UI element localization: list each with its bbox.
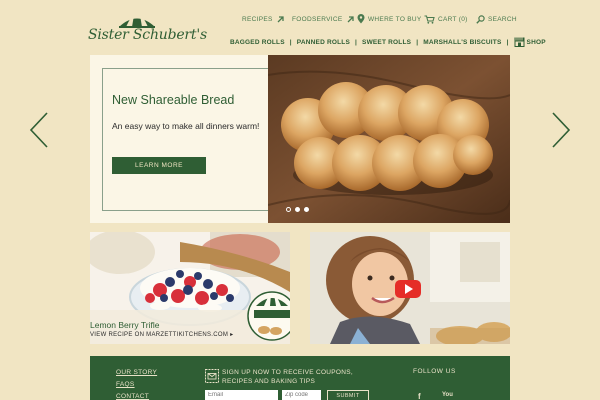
carousel-prev-arrow-icon[interactable] <box>29 112 49 148</box>
footer-link-faqs[interactable]: FAQS <box>116 381 135 388</box>
external-arrow-icon <box>347 15 354 22</box>
nav-marshalls-biscuits[interactable]: MARSHALL'S BISCUITS <box>423 39 501 46</box>
nav-shop-label: SHOP <box>526 38 546 46</box>
search-icon <box>476 14 485 24</box>
storefront-icon <box>514 37 525 47</box>
nav-shop[interactable]: SHOP <box>514 37 546 47</box>
awning-icon <box>119 15 155 28</box>
nav-where-to-buy-label: WHERE TO BUY <box>368 15 422 23</box>
zip-code-input[interactable] <box>282 390 321 400</box>
learn-more-button[interactable]: LEARN MORE <box>112 157 206 174</box>
carousel-dot[interactable] <box>286 207 291 212</box>
follow-us-label: FOLLOW US <box>413 368 456 375</box>
carousel-dot[interactable] <box>304 207 309 212</box>
cart-icon <box>424 14 435 24</box>
nav-recipes[interactable]: RECIPES <box>242 13 285 25</box>
view-recipe-link-label: VIEW RECIPE ON MARZETTIKITCHENS.COM <box>90 332 229 338</box>
signup-text: SIGN UP NOW TO RECEIVE COUPONS, RECIPES … <box>222 369 354 385</box>
nav-separator: | <box>506 38 509 46</box>
bread-photo <box>268 55 510 223</box>
carousel-next-arrow-icon[interactable] <box>551 112 571 148</box>
map-pin-icon <box>357 14 365 24</box>
submit-button[interactable]: SUBMIT <box>327 390 369 400</box>
email-input[interactable] <box>205 390 278 400</box>
nav-where-to-buy[interactable]: WHERE TO BUY <box>357 13 422 25</box>
nav-separator: | <box>416 38 419 46</box>
hero-title: New Shareable Bread <box>112 93 235 107</box>
nav-bagged-rolls[interactable]: BAGGED ROLLS <box>230 39 285 46</box>
nav-panned-rolls[interactable]: PANNED ROLLS <box>297 39 350 46</box>
carousel-dot[interactable] <box>295 207 300 212</box>
nav-recipes-label: RECIPES <box>242 15 273 23</box>
nav-sweet-rolls[interactable]: SWEET ROLLS <box>362 39 411 46</box>
footer: OUR STORY FAQS CONTACT SIGN UP NOW TO RE… <box>90 356 510 400</box>
hero-carousel: New Shareable Bread An easy way to make … <box>90 55 510 223</box>
nav-foodservice[interactable]: FOODSERVICE <box>292 13 355 25</box>
tile-caption: Lemon Berry Trifle <box>90 320 160 330</box>
external-arrow-icon <box>277 15 284 22</box>
site-logo[interactable]: Sister Schubert's <box>88 14 207 48</box>
nav-search[interactable]: SEARCH <box>476 13 517 25</box>
nav-separator: | <box>289 38 292 46</box>
nav-cart[interactable]: CART (0) <box>424 13 468 25</box>
chevron-right-icon: ▸ <box>230 332 234 338</box>
nav-foodservice-label: FOODSERVICE <box>292 15 343 23</box>
footer-link-contact[interactable]: CONTACT <box>116 393 149 400</box>
nav-search-label: SEARCH <box>488 15 517 23</box>
footer-link-our-story[interactable]: OUR STORY <box>116 369 157 376</box>
hero-subtitle: An easy way to make all dinners warm! <box>112 121 260 131</box>
mail-signup-icon <box>205 369 219 383</box>
view-recipe-link[interactable]: VIEW RECIPE ON MARZETTIKITCHENS.COM ▸ <box>90 331 233 338</box>
carousel-dots <box>286 207 309 212</box>
brand-name: Sister Schubert's <box>88 27 207 43</box>
nav-separator: | <box>355 38 358 46</box>
play-button-icon <box>395 280 421 298</box>
youtube-icon[interactable]: You <box>442 392 453 400</box>
main-nav: BAGGED ROLLS | PANNED ROLLS | SWEET ROLL… <box>230 36 546 48</box>
nav-cart-label: CART (0) <box>438 15 468 23</box>
girl-video-thumbnail[interactable] <box>310 232 510 344</box>
facebook-icon[interactable]: f <box>418 392 428 400</box>
